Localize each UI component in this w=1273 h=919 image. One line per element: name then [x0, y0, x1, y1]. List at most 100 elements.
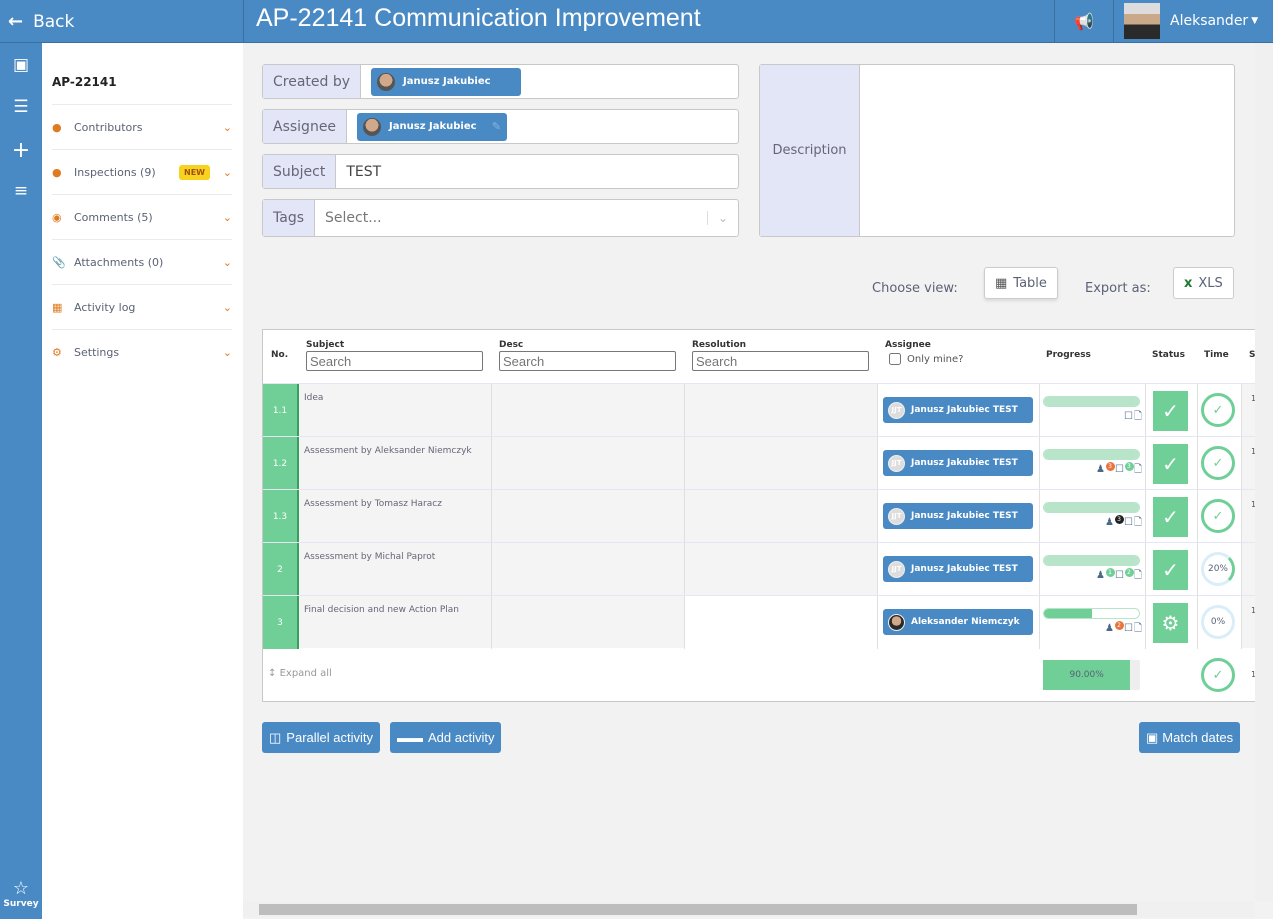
row-resolution[interactable] — [685, 543, 878, 596]
assignee-chip[interactable]: Janusz Jakubiec ✎ — [357, 112, 508, 141]
add-activity-button[interactable]: ▬▬ Add activity — [390, 722, 502, 753]
row-subject[interactable]: Assessment by Aleksander Niemczyk — [299, 437, 492, 490]
row-desc[interactable] — [492, 543, 685, 596]
tags-field[interactable]: Tags Select... ⌄ — [262, 199, 739, 237]
table-view-button[interactable]: ▦ Table — [984, 267, 1058, 299]
subject-label: Subject — [263, 155, 337, 188]
user-menu[interactable]: Aleksander ▼ — [1124, 2, 1258, 40]
status-done[interactable]: ✓ — [1153, 444, 1188, 484]
progress-bar[interactable] — [1043, 502, 1140, 513]
sidenav-item-attachments[interactable]: 📎 Attachments (0) ⌄ — [52, 239, 232, 284]
progress-bar[interactable] — [1043, 449, 1140, 460]
arrow-left-icon: ← — [8, 11, 24, 32]
paperclip-icon: 📎 — [52, 255, 66, 269]
status-in-progress[interactable]: ⚙ — [1153, 603, 1188, 643]
scrollbar-thumb[interactable] — [259, 904, 1137, 915]
pencil-icon[interactable]: ✎ — [492, 120, 501, 133]
subject-search-input[interactable] — [306, 351, 483, 371]
row-resolution[interactable] — [685, 596, 878, 649]
row-desc[interactable] — [492, 490, 685, 543]
document-icon[interactable]: 🗋 — [1134, 623, 1143, 634]
time-ring: 20% — [1201, 552, 1235, 586]
expand-all-button[interactable]: ↕ Expand all — [268, 668, 332, 679]
row-resolution[interactable] — [685, 490, 878, 543]
back-button[interactable]: ← Back — [0, 0, 244, 43]
survey-button[interactable]: ☆ Survey — [0, 878, 42, 909]
people-count-badge: 3 — [1105, 462, 1115, 471]
chevron-down-icon[interactable]: ⌄ — [706, 211, 738, 225]
avatar — [888, 613, 905, 631]
progress-bar[interactable] — [1043, 396, 1140, 407]
document-icon[interactable]: 🗋 — [1134, 464, 1143, 475]
people-count-badge: 3 — [1114, 515, 1124, 524]
assignee-chip[interactable]: JJT Janusz Jakubiec TEST — [883, 503, 1033, 529]
only-mine-checkbox[interactable]: Only mine? — [885, 353, 963, 365]
sidenav-item-settings[interactable]: ⚙ Settings ⌄ — [52, 329, 232, 374]
table-row[interactable]: 1.2 Assessment by Aleksander Niemczyk JJ… — [263, 436, 1272, 490]
assignee-field[interactable]: Assignee Janusz Jakubiec ✎ — [262, 109, 739, 144]
vertical-scrollbar[interactable] — [1255, 43, 1273, 901]
match-dates-button[interactable]: ▣ Match dates — [1139, 722, 1241, 753]
calendar-icon: ▣ — [1146, 729, 1159, 745]
created-by-label: Created by — [263, 65, 362, 98]
sidenav-item-contributors[interactable]: ● Contributors ⌄ — [52, 104, 232, 149]
progress-fill — [1044, 609, 1092, 618]
time-ring: 0% — [1201, 605, 1235, 639]
table-row[interactable]: 2 Assessment by Michal Paprot JJT Janusz … — [263, 542, 1272, 596]
row-resolution[interactable] — [685, 384, 878, 437]
export-xls-button[interactable]: x XLS — [1173, 267, 1234, 299]
comment-icon[interactable]: ☐ — [1124, 411, 1134, 422]
calendar-icon[interactable]: ▣ — [0, 55, 42, 75]
progress-fill — [1044, 556, 1139, 565]
comment-icon[interactable]: ☐ — [1115, 464, 1125, 475]
description-input[interactable] — [860, 65, 1234, 236]
row-subject[interactable]: Assessment by Michal Paprot — [299, 543, 492, 596]
document-icon[interactable]: 🗋 — [1134, 411, 1143, 422]
only-mine-input[interactable] — [889, 353, 901, 365]
comment-icon[interactable]: ☐ — [1124, 517, 1134, 528]
assignee-chip[interactable]: JJT Janusz Jakubiec TEST — [883, 556, 1033, 582]
announcements-button[interactable]: 📢 — [1054, 0, 1114, 43]
plus-icon[interactable]: + — [0, 138, 42, 163]
parallel-activity-button[interactable]: ◫ Parallel activity — [262, 722, 380, 753]
assignee-chip[interactable]: JJT Janusz Jakubiec TEST — [883, 450, 1033, 476]
row-desc[interactable] — [492, 596, 685, 649]
table-row[interactable]: 3 Final decision and new Action Plan Ale… — [263, 595, 1272, 649]
sidenav-item-activity-log[interactable]: ▦ Activity log ⌄ — [52, 284, 232, 329]
description-field[interactable]: Description — [759, 64, 1235, 237]
row-desc[interactable] — [492, 437, 685, 490]
row-subject[interactable]: Idea — [299, 384, 492, 437]
sliders-icon[interactable]: ≡ — [0, 181, 42, 201]
assignee-chip[interactable]: Aleksander Niemczyk — [883, 609, 1033, 635]
document-icon[interactable]: 🗋 — [1134, 570, 1143, 581]
header-time: Time — [1204, 350, 1229, 360]
table-row[interactable]: 1.3 Assessment by Tomasz Haracz JJT Janus… — [263, 489, 1272, 543]
tags-select[interactable]: Select... — [315, 210, 382, 226]
row-desc[interactable] — [492, 384, 685, 437]
status-done[interactable]: ✓ — [1153, 550, 1188, 590]
horizontal-scrollbar[interactable] — [243, 901, 1255, 917]
document-icon[interactable]: 🗋 — [1134, 517, 1143, 528]
table-row[interactable]: 1.1 Idea JJT Janusz Jakubiec TEST ☐🗋 ✓ ✓ … — [263, 383, 1272, 437]
resolution-search-input[interactable] — [692, 351, 869, 371]
avatar: JJT — [888, 454, 905, 472]
subject-input[interactable]: TEST — [336, 164, 381, 180]
sidenav-item-comments[interactable]: ◉ Comments (5) ⌄ — [52, 194, 232, 239]
checklist-icon[interactable]: ☰ — [0, 97, 42, 117]
progress-bar[interactable] — [1043, 608, 1140, 619]
comment-icon[interactable]: ☐ — [1124, 623, 1134, 634]
subject-field[interactable]: Subject TEST — [262, 154, 739, 189]
comment-icon[interactable]: ☐ — [1115, 570, 1125, 581]
sidenav-item-inspections[interactable]: ● Inspections (9) NEW ⌄ — [52, 149, 232, 194]
check-icon: ✓ — [1162, 505, 1179, 529]
row-subject[interactable]: Final decision and new Action Plan — [299, 596, 492, 649]
progress-bar[interactable] — [1043, 555, 1140, 566]
status-done[interactable]: ✓ — [1153, 497, 1188, 537]
desc-search-input[interactable] — [499, 351, 676, 371]
row-subject[interactable]: Assessment by Tomasz Haracz — [299, 490, 492, 543]
row-resolution[interactable] — [685, 437, 878, 490]
assignee-name: Aleksander Niemczyk — [911, 617, 1020, 627]
status-done[interactable]: ✓ — [1153, 391, 1188, 431]
assignee-chip[interactable]: JJT Janusz Jakubiec TEST — [883, 397, 1033, 423]
people-count-badge: 2 — [1114, 621, 1124, 630]
